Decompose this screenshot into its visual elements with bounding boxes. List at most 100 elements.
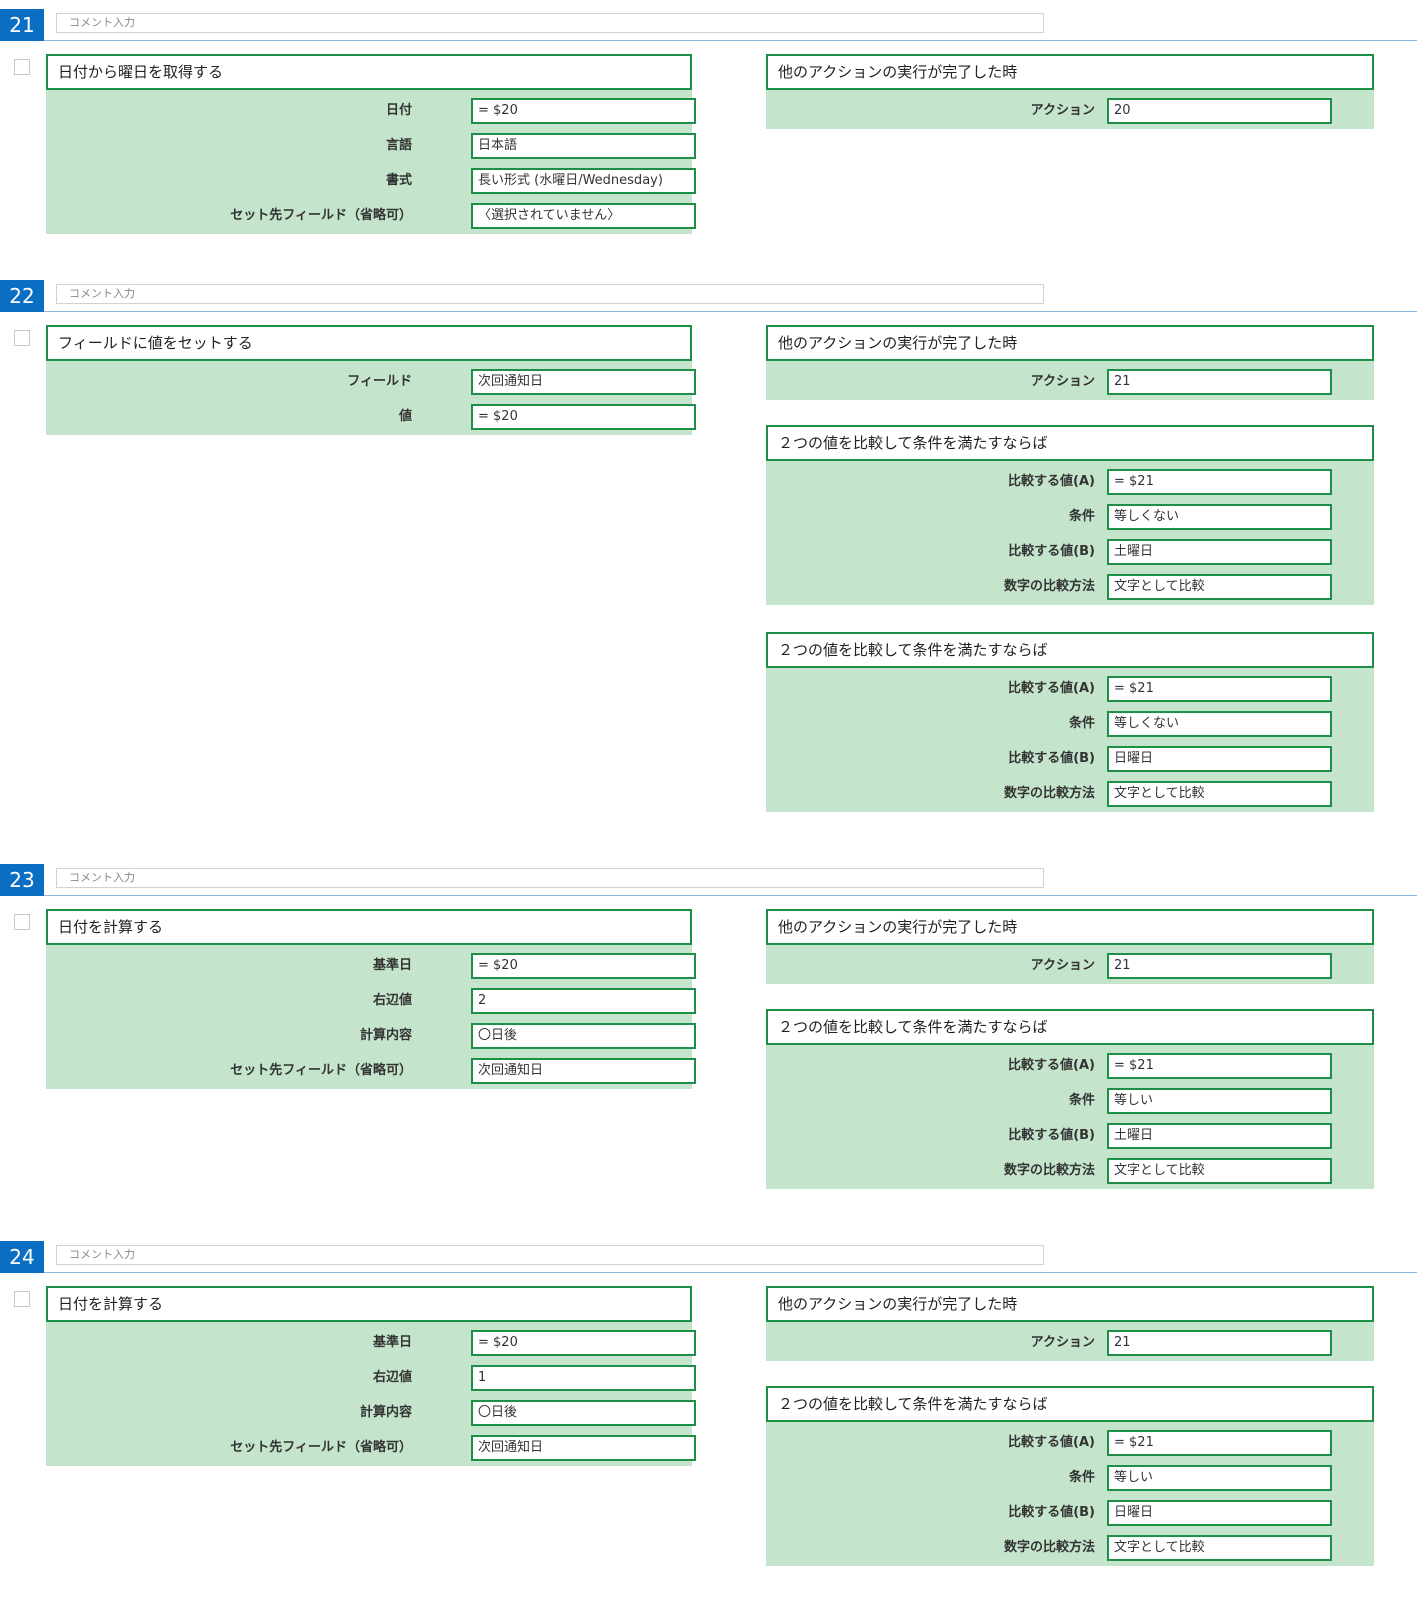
divider bbox=[44, 895, 1417, 896]
param-value[interactable]: = $21 bbox=[1107, 1053, 1332, 1079]
step-checkbox[interactable] bbox=[14, 914, 30, 930]
condition-params: アクション 20 bbox=[766, 90, 1374, 129]
comment-input[interactable]: コメント入力 bbox=[56, 284, 1044, 304]
param-value[interactable]: = $21 bbox=[1107, 469, 1332, 495]
param-row: 数字の比較方法 文字として比較 bbox=[766, 1535, 1374, 1561]
param-row: アクション 20 bbox=[766, 98, 1374, 124]
param-label: 数字の比較方法 bbox=[1003, 786, 1095, 801]
param-label: アクション bbox=[1030, 374, 1095, 389]
param-value[interactable]: = $20 bbox=[471, 1330, 696, 1356]
param-value[interactable]: 土曜日 bbox=[1107, 1123, 1332, 1149]
param-value[interactable]: 21 bbox=[1107, 1330, 1332, 1356]
comment-input[interactable]: コメント入力 bbox=[56, 1245, 1044, 1265]
param-row: 値 = $20 bbox=[46, 404, 696, 430]
param-value[interactable]: 文字として比較 bbox=[1107, 781, 1332, 807]
param-label: 数字の比較方法 bbox=[1003, 1163, 1095, 1178]
step-checkbox[interactable] bbox=[14, 1291, 30, 1307]
param-value[interactable]: 20 bbox=[1107, 98, 1332, 124]
param-label: 条件 bbox=[1068, 1470, 1095, 1485]
param-label: 比較する値(B) bbox=[1008, 751, 1095, 766]
param-row: フィールド 次回通知日 bbox=[46, 369, 696, 395]
divider bbox=[44, 311, 1417, 312]
condition-title[interactable]: ２つの値を比較して条件を満たすならば bbox=[766, 632, 1374, 668]
param-value[interactable]: 〇日後 bbox=[471, 1023, 696, 1049]
action-title[interactable]: フィールドに値をセットする bbox=[46, 325, 692, 361]
param-row: 日付 = $20 bbox=[46, 98, 696, 124]
action-params: 基準日 = $20 右辺値 1 計算内容 〇日後 セット先フィールド（省略可） 次回通知… bbox=[46, 1322, 696, 1466]
param-row: 比較する値(A) = $21 bbox=[766, 676, 1374, 702]
condition-params: 比較する値(A) = $21 条件 等しい 比較する値(B) 日曜日 数字の比較方法文… bbox=[766, 1422, 1374, 1566]
param-label: 条件 bbox=[1068, 1093, 1095, 1108]
param-value[interactable]: 等しくない bbox=[1107, 711, 1332, 737]
comment-input[interactable]: コメント入力 bbox=[56, 868, 1044, 888]
param-value[interactable]: 次回通知日 bbox=[471, 1435, 696, 1461]
param-label: アクション bbox=[1030, 103, 1095, 118]
param-value[interactable]: 次回通知日 bbox=[471, 369, 696, 395]
param-value[interactable]: 土曜日 bbox=[1107, 539, 1332, 565]
step-header: 21 コメント入力 bbox=[0, 9, 1417, 41]
param-value[interactable]: = $21 bbox=[1107, 1430, 1332, 1456]
param-label: 日付 bbox=[385, 103, 412, 118]
step-22: 22 コメント入力 フィールドに値をセットする フィールド 次回通知日 値 = $2… bbox=[0, 280, 1417, 825]
param-value[interactable]: 次回通知日 bbox=[471, 1058, 696, 1084]
condition-title[interactable]: 他のアクションの実行が完了した時 bbox=[766, 54, 1374, 90]
condition-title[interactable]: ２つの値を比較して条件を満たすならば bbox=[766, 425, 1374, 461]
param-row: 数字の比較方法 文字として比較 bbox=[766, 574, 1374, 600]
condition-title[interactable]: 他のアクションの実行が完了した時 bbox=[766, 1286, 1374, 1322]
param-label: 計算内容 bbox=[359, 1028, 412, 1043]
condition-params: 比較する値(A) = $21 条件 等しくない 比較する値(B) 日曜日 数字の比較方… bbox=[766, 668, 1374, 812]
condition-block: ２つの値を比較して条件を満たすならば 比較する値(A) = $21 条件 等しくない… bbox=[766, 632, 1374, 812]
param-label: 値 bbox=[398, 409, 412, 424]
param-value[interactable]: 〇日後 bbox=[471, 1400, 696, 1426]
param-value[interactable]: 等しい bbox=[1107, 1088, 1332, 1114]
param-row: 条件 等しくない bbox=[766, 504, 1374, 530]
param-value[interactable]: = $20 bbox=[471, 953, 696, 979]
action-title[interactable]: 日付から曜日を取得する bbox=[46, 54, 692, 90]
action-params: フィールド 次回通知日 値 = $20 bbox=[46, 361, 696, 435]
param-row: アクション 21 bbox=[766, 369, 1374, 395]
param-row: 比較する値(A) = $21 bbox=[766, 1053, 1374, 1079]
param-value[interactable]: 文字として比較 bbox=[1107, 574, 1332, 600]
condition-params: 比較する値(A) = $21 条件 等しい 比較する値(B) 土曜日 数字の比較方法文… bbox=[766, 1045, 1374, 1189]
param-label: セット先フィールド（省略可） bbox=[230, 1440, 412, 1455]
condition-title[interactable]: ２つの値を比較して条件を満たすならば bbox=[766, 1386, 1374, 1422]
param-value[interactable]: 文字として比較 bbox=[1107, 1158, 1332, 1184]
comment-input[interactable]: コメント入力 bbox=[56, 13, 1044, 33]
param-row: 条件 等しい bbox=[766, 1465, 1374, 1491]
step-checkbox[interactable] bbox=[14, 330, 30, 346]
param-value[interactable]: = $21 bbox=[1107, 676, 1332, 702]
condition-params: アクション 21 bbox=[766, 945, 1374, 984]
action-title[interactable]: 日付を計算する bbox=[46, 909, 692, 945]
param-value[interactable]: 2 bbox=[471, 988, 696, 1014]
condition-title[interactable]: ２つの値を比較して条件を満たすならば bbox=[766, 1009, 1374, 1045]
param-value[interactable]: 21 bbox=[1107, 953, 1332, 979]
action-block: 日付を計算する 基準日 = $20 右辺値 2 計算内容 〇日後 セット先フィールド（… bbox=[46, 909, 696, 1089]
condition-block: 他のアクションの実行が完了した時 アクション 21 bbox=[766, 325, 1374, 400]
param-value[interactable]: 日曜日 bbox=[1107, 746, 1332, 772]
param-label: セット先フィールド（省略可） bbox=[230, 1063, 412, 1078]
param-value[interactable]: 等しくない bbox=[1107, 504, 1332, 530]
param-label: 条件 bbox=[1068, 716, 1095, 731]
param-label: 比較する値(B) bbox=[1008, 1128, 1095, 1143]
param-value[interactable]: 1 bbox=[471, 1365, 696, 1391]
param-row: 比較する値(B) 日曜日 bbox=[766, 1500, 1374, 1526]
condition-block: ２つの値を比較して条件を満たすならば 比較する値(A) = $21 条件 等しい 比… bbox=[766, 1386, 1374, 1566]
condition-title[interactable]: 他のアクションの実行が完了した時 bbox=[766, 325, 1374, 361]
param-value[interactable]: 日曜日 bbox=[1107, 1500, 1332, 1526]
action-title[interactable]: 日付を計算する bbox=[46, 1286, 692, 1322]
param-row: 条件 等しくない bbox=[766, 711, 1374, 737]
param-value[interactable]: 〈選択されていません〉 bbox=[471, 203, 696, 229]
action-params: 日付 = $20 言語 日本語 書式 長い形式 (水曜日/Wednesday) セット… bbox=[46, 90, 696, 234]
condition-params: アクション 21 bbox=[766, 1322, 1374, 1361]
step-checkbox[interactable] bbox=[14, 59, 30, 75]
param-value[interactable]: = $20 bbox=[471, 404, 696, 430]
condition-title[interactable]: 他のアクションの実行が完了した時 bbox=[766, 909, 1374, 945]
param-label: 条件 bbox=[1068, 509, 1095, 524]
param-value[interactable]: 21 bbox=[1107, 369, 1332, 395]
param-value[interactable]: = $20 bbox=[471, 98, 696, 124]
param-value[interactable]: 長い形式 (水曜日/Wednesday) bbox=[471, 168, 696, 194]
param-value[interactable]: 文字として比較 bbox=[1107, 1535, 1332, 1561]
param-row: 書式 長い形式 (水曜日/Wednesday) bbox=[46, 168, 696, 194]
param-value[interactable]: 日本語 bbox=[471, 133, 696, 159]
param-value[interactable]: 等しい bbox=[1107, 1465, 1332, 1491]
